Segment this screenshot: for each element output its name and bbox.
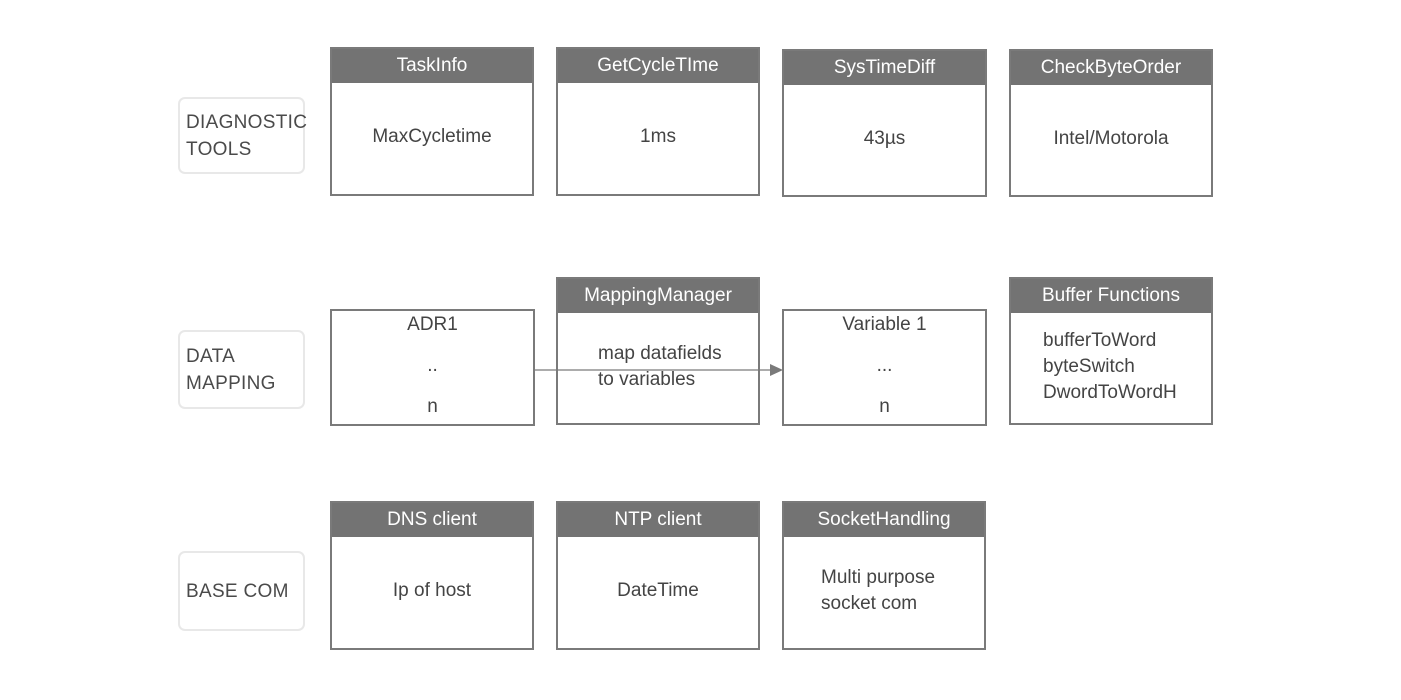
block-taskinfo: TaskInfo MaxCycletime: [330, 47, 534, 196]
block-content: Multi purpose socket com: [784, 537, 984, 651]
block-ntp-client: NTP client DateTime: [556, 501, 760, 650]
block-content: Intel/Motorola: [1053, 127, 1169, 149]
block-content: 1ms: [640, 126, 676, 147]
content-line: to variables: [598, 368, 696, 390]
block-systimediff: SysTimeDiff 43µs: [782, 49, 987, 197]
block-sockethandling: SocketHandling Multi purpose socket com: [782, 501, 986, 650]
content-line: byteSwitch: [1043, 355, 1135, 377]
row-label-line: BASE COM: [186, 580, 289, 602]
block-getcycletime: GetCycleTIme 1ms: [556, 47, 760, 196]
content-line: map datafields: [598, 342, 722, 364]
list-item: Variable 1: [842, 314, 927, 335]
content-line: socket com: [821, 593, 918, 614]
block-title: GetCycleTIme: [558, 49, 758, 83]
block-content: map datafields to variables: [558, 313, 758, 424]
block-title: SysTimeDiff: [784, 51, 985, 85]
block-mappingmanager: MappingManager map datafields to variabl…: [556, 277, 760, 425]
block-variable-list: Variable 1 ... n: [782, 309, 987, 426]
content-line: Multi purpose: [821, 567, 936, 588]
block-title: DNS client: [332, 503, 532, 537]
row-label-line: MAPPING: [186, 372, 276, 394]
block-title: CheckByteOrder: [1011, 51, 1211, 85]
block-title: Buffer Functions: [1011, 279, 1211, 313]
row-label-data-mapping: DATA MAPPING: [178, 330, 305, 409]
content-line: DwordToWordH: [1043, 381, 1177, 403]
block-title: MappingManager: [558, 279, 758, 313]
block-content: 43µs: [863, 127, 906, 149]
block-content: Ip of host: [392, 580, 472, 601]
row-label-diagnostic-tools: DIAGNOSTIC TOOLS: [178, 97, 308, 174]
block-dns-client: DNS client Ip of host: [330, 501, 534, 650]
row-label-line: DIAGNOSTIC: [186, 111, 308, 133]
row-label-line: TOOLS: [186, 138, 252, 160]
block-title: NTP client: [558, 503, 758, 537]
row-label-base-com: BASE COM: [178, 551, 305, 631]
block-address-list: ADR1 .. n: [330, 309, 535, 426]
block-content: bufferToWord byteSwitch DwordToWordH: [1011, 313, 1211, 424]
block-title: TaskInfo: [332, 49, 532, 83]
list-item: n: [879, 396, 890, 417]
list-item-ellipsis: ...: [876, 355, 893, 376]
list-item-ellipsis: ..: [427, 355, 438, 376]
list-item: ADR1: [407, 314, 458, 335]
block-buffer-functions: Buffer Functions bufferToWord byteSwitch…: [1009, 277, 1213, 425]
list-item: n: [427, 396, 438, 417]
block-checkbyteorder: CheckByteOrder Intel/Motorola: [1009, 49, 1213, 197]
row-label-line: DATA: [186, 345, 236, 367]
block-content: DateTime: [617, 580, 699, 601]
block-title: SocketHandling: [784, 503, 984, 537]
block-content: MaxCycletime: [372, 126, 492, 147]
content-line: bufferToWord: [1043, 329, 1157, 351]
